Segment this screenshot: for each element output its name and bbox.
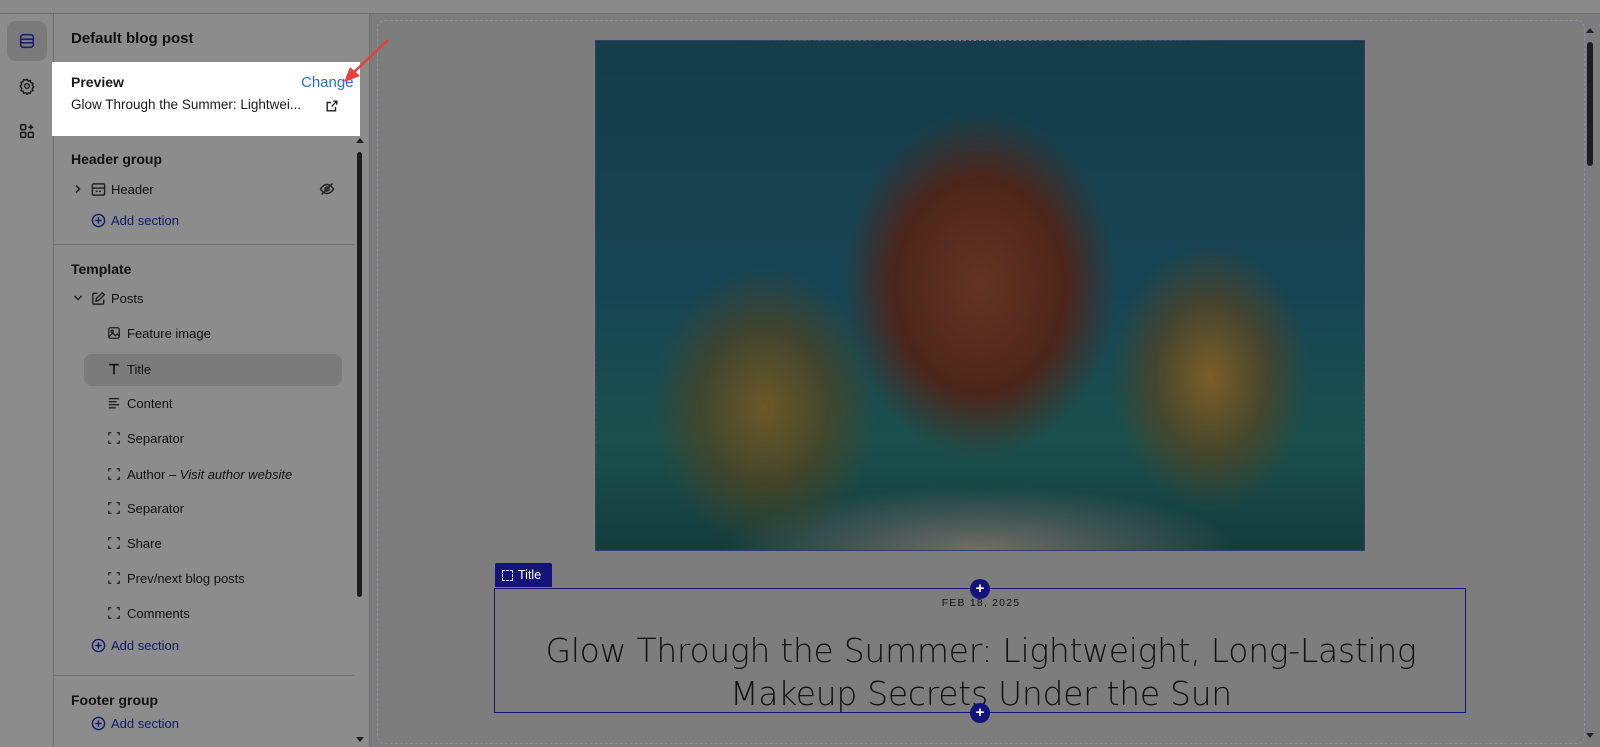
plus-circle-icon bbox=[90, 715, 106, 731]
sidebar-item-label: Content bbox=[127, 395, 173, 411]
sidebar-item-author[interactable]: Author – Visit author website bbox=[54, 459, 354, 489]
chevron-right-icon[interactable] bbox=[72, 183, 84, 195]
header-group-heading: Header group bbox=[71, 151, 163, 167]
plus-circle-icon bbox=[90, 212, 106, 228]
sidebar-item-label: Separator bbox=[127, 430, 185, 446]
add-block-above-button[interactable]: + bbox=[970, 579, 990, 599]
sidebar-item-label: Separator bbox=[127, 500, 185, 516]
block-icon bbox=[106, 500, 122, 516]
add-section-footer-group[interactable]: Add section bbox=[54, 708, 354, 738]
footer-group-heading: Footer group bbox=[71, 692, 159, 708]
template-title: Default blog post bbox=[71, 30, 194, 47]
scroll-up-arrow-icon[interactable] bbox=[1586, 28, 1594, 33]
sidebar-item-share[interactable]: Share bbox=[54, 528, 354, 558]
sidebar-item-header[interactable]: Header bbox=[54, 174, 354, 204]
preview-scroll-thumb[interactable] bbox=[1587, 42, 1593, 166]
sidebar-item-label: Feature image bbox=[127, 325, 211, 341]
author-label: Author – bbox=[127, 466, 180, 482]
sections-tab[interactable] bbox=[7, 21, 47, 61]
external-link-icon[interactable] bbox=[325, 99, 339, 113]
block-icon bbox=[106, 430, 122, 446]
paragraph-icon bbox=[106, 395, 122, 411]
selection-highlight bbox=[84, 354, 342, 386]
title-block-tag-label: Title bbox=[518, 568, 542, 582]
sidebar-item-separator[interactable]: Separator bbox=[54, 493, 354, 523]
sidebar-item-title[interactable]: Title bbox=[54, 354, 354, 386]
sidebar-item-content[interactable]: Content bbox=[54, 388, 354, 418]
preview-selector: Preview Change Glow Through the Summer: … bbox=[52, 62, 360, 136]
title-block[interactable]: FEB 18, 2025 Glow Through the Summer: Li… bbox=[494, 588, 1466, 713]
author-setting-hint: Visit author website bbox=[179, 466, 293, 482]
add-section-template[interactable]: Add section bbox=[54, 630, 354, 660]
add-section-label: Add section bbox=[111, 715, 179, 731]
title-block-tag[interactable]: Title bbox=[495, 563, 552, 587]
sidebar-item-label: Title bbox=[127, 361, 152, 377]
sidebar-item-feature-image[interactable]: Feature image bbox=[54, 318, 354, 348]
sidebar-item-comments[interactable]: Comments bbox=[54, 598, 354, 628]
add-section-header-group[interactable]: Add section bbox=[54, 205, 354, 235]
sidebar-item-prev-next[interactable]: Prev/next blog posts bbox=[54, 563, 354, 593]
scroll-down-arrow-icon[interactable] bbox=[1586, 733, 1594, 738]
sidebar-scroll-thumb[interactable] bbox=[357, 152, 362, 597]
add-section-label: Add section bbox=[111, 212, 179, 228]
top-toolbar bbox=[0, 0, 1600, 14]
apps-tab[interactable] bbox=[7, 111, 47, 151]
feature-image[interactable] bbox=[595, 40, 1365, 551]
sidebar-item-label: Comments bbox=[127, 605, 190, 621]
sidebar-item-label: Author – Visit author website bbox=[127, 467, 292, 482]
add-section-label: Add section bbox=[111, 637, 179, 653]
edit-icon bbox=[90, 290, 106, 306]
block-icon bbox=[106, 535, 122, 551]
sidebar-item-label: Prev/next blog posts bbox=[127, 570, 245, 586]
block-icon bbox=[106, 466, 122, 482]
preview-post-name: Glow Through the Summer: Lightwei... bbox=[71, 97, 302, 112]
divider bbox=[54, 675, 354, 676]
sidebar-item-separator[interactable]: Separator bbox=[54, 423, 354, 453]
block-icon bbox=[106, 570, 122, 586]
icon-rail bbox=[0, 14, 54, 747]
sidebar-item-label: Share bbox=[127, 535, 162, 551]
annotation-arrow-icon bbox=[344, 39, 389, 82]
scroll-down-arrow-icon[interactable] bbox=[356, 737, 364, 742]
sidebar-item-label: Posts bbox=[111, 290, 144, 306]
scroll-up-arrow-icon[interactable] bbox=[356, 138, 364, 143]
block-icon bbox=[502, 569, 513, 581]
sections-icon bbox=[19, 33, 35, 49]
chevron-down-icon[interactable] bbox=[72, 292, 84, 304]
apps-icon bbox=[19, 123, 35, 139]
text-icon bbox=[106, 361, 122, 377]
theme-settings-tab[interactable] bbox=[7, 66, 47, 106]
eye-hidden-icon[interactable] bbox=[319, 181, 335, 197]
header-layout-icon bbox=[90, 181, 106, 197]
sidebar-item-label: Header bbox=[111, 181, 154, 197]
sidebar-item-posts[interactable]: Posts bbox=[54, 283, 354, 313]
template-heading: Template bbox=[71, 261, 132, 277]
gear-icon bbox=[19, 78, 35, 95]
image-icon bbox=[106, 325, 122, 341]
image-overlay bbox=[596, 41, 1364, 550]
divider bbox=[54, 244, 354, 245]
block-icon bbox=[106, 605, 122, 621]
preview-label: Preview bbox=[71, 74, 124, 90]
add-block-below-button[interactable]: + bbox=[970, 703, 990, 723]
plus-circle-icon bbox=[90, 637, 106, 653]
